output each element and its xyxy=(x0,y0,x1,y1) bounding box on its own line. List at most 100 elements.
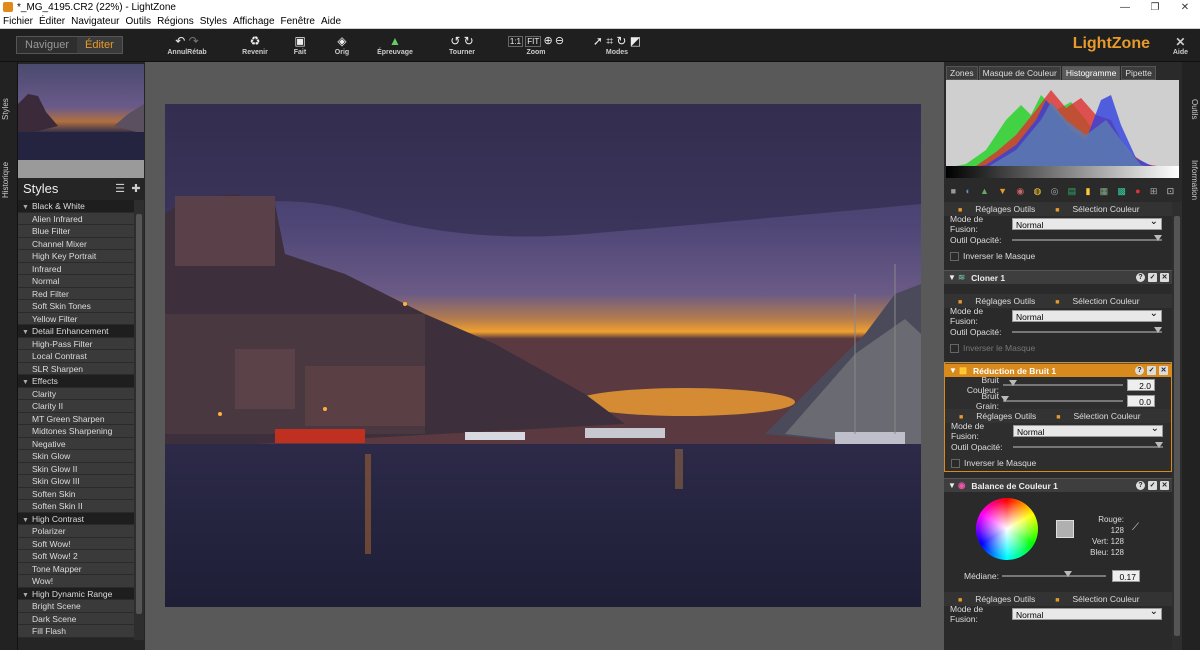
tab-tool-settings-1[interactable]: ■ Réglages Outils xyxy=(948,204,1045,214)
tab-tools[interactable]: Outils xyxy=(1183,84,1199,134)
style-item[interactable]: SLR Sharpen xyxy=(18,362,134,375)
edit-mode-button[interactable]: Éditer xyxy=(77,37,122,53)
collapse-icon[interactable]: ▼ xyxy=(22,202,32,215)
levels-icon[interactable]: ▲ xyxy=(980,186,989,196)
style-item[interactable]: Soft Skin Tones xyxy=(18,300,134,313)
remove-icon[interactable]: ✕ xyxy=(1160,481,1169,490)
collapse-icon[interactable]: ▼ xyxy=(948,481,958,490)
menu-browser[interactable]: Navigateur xyxy=(68,16,122,27)
invert-mask-checkbox-1[interactable] xyxy=(950,251,959,261)
style-item[interactable]: Midtones Sharpening xyxy=(18,425,134,438)
style-item[interactable]: Red Filter xyxy=(18,287,134,300)
tools-scrollbar[interactable] xyxy=(1172,202,1182,650)
tab-zones[interactable]: Zones xyxy=(946,66,978,80)
add-icon[interactable]: ✚ xyxy=(128,182,144,195)
noise-grain-value[interactable]: 0.0 xyxy=(1127,395,1155,407)
blend-mode-select-2[interactable]: Normal xyxy=(1012,308,1162,322)
rotate-button[interactable]: ↺ ↻ Tourner xyxy=(444,33,480,56)
collapse-icon[interactable]: ▼ xyxy=(22,515,32,528)
styles-scrollbar[interactable] xyxy=(134,200,144,640)
zoom-in-icon[interactable]: ⊕ xyxy=(543,35,552,47)
relight-icon[interactable]: ◐ xyxy=(965,186,970,196)
tab-information[interactable]: Information xyxy=(1183,150,1199,210)
tab-color-selection-1[interactable]: ■ Sélection Couleur xyxy=(1045,204,1149,214)
crop-icon[interactable]: ⌗ xyxy=(606,34,613,48)
menu-styles[interactable]: Styles xyxy=(197,16,230,27)
style-item[interactable]: Skin Glow xyxy=(18,450,134,463)
tab-styles[interactable]: Styles xyxy=(1,84,17,134)
zoom-1to1-button[interactable]: 1:1 xyxy=(507,36,523,47)
red-eye-icon[interactable]: ● xyxy=(1135,186,1140,196)
blend-mode-select-3[interactable]: Normal xyxy=(1013,423,1163,437)
style-item[interactable]: Blue Filter xyxy=(18,225,134,238)
style-group[interactable]: ▼ Effects xyxy=(18,375,134,388)
blur-icon[interactable]: ▦ xyxy=(1100,186,1109,197)
opacity-slider-3[interactable] xyxy=(1013,441,1163,453)
tab-pipette[interactable]: Pipette xyxy=(1121,66,1156,80)
noise-grain-slider[interactable] xyxy=(1001,395,1123,407)
remove-icon[interactable]: ✕ xyxy=(1159,366,1168,375)
enable-checkbox[interactable]: ✓ xyxy=(1147,366,1156,375)
invert-mask-checkbox-2[interactable] xyxy=(950,343,959,353)
enable-checkbox[interactable]: ✓ xyxy=(1148,481,1157,490)
style-item[interactable]: Local Contrast xyxy=(18,350,134,363)
style-item[interactable]: High-Pass Filter xyxy=(18,337,134,350)
close-button[interactable]: ✕ xyxy=(1170,2,1200,13)
color-balance-header[interactable]: ▼ ◉ Balance de Couleur 1 ? ✓ ✕ xyxy=(944,478,1172,492)
style-item[interactable]: Soft Wow! xyxy=(18,537,134,550)
remove-icon[interactable]: ✕ xyxy=(1160,273,1169,282)
white-balance-icon[interactable]: ◎ xyxy=(1051,186,1059,197)
rotate-right-icon[interactable]: ↻ xyxy=(464,34,474,48)
collapse-icon[interactable]: ▼ xyxy=(949,366,959,375)
style-group[interactable]: ▼ High Contrast xyxy=(18,512,134,528)
menu-file[interactable]: Fichier xyxy=(0,16,36,27)
browse-mode-button[interactable]: Naviguer xyxy=(17,37,78,53)
style-group[interactable]: ▼ Detail Enhancement xyxy=(18,325,134,338)
blend-mode-select-1[interactable]: Normal xyxy=(1012,216,1162,230)
undo-redo-button[interactable]: ↶ ↷ AnnulRétab xyxy=(165,33,209,56)
style-item[interactable]: Skin Glow III xyxy=(18,475,134,488)
redo-icon[interactable]: ↷ xyxy=(189,34,199,48)
hue-sat-icon[interactable]: ◍ xyxy=(1033,186,1041,197)
style-item[interactable]: Clarity II xyxy=(18,400,134,413)
blend-mode-select-4[interactable]: Normal xyxy=(1012,606,1162,620)
style-item[interactable]: Alien Infrared xyxy=(18,212,134,225)
median-slider[interactable] xyxy=(1002,570,1106,582)
menu-view[interactable]: Affichage xyxy=(230,16,278,27)
image-canvas[interactable] xyxy=(145,62,944,650)
sharpen-icon[interactable]: ▮ xyxy=(1085,186,1090,197)
cloner-tool-header[interactable]: ▼ ≋ Cloner 1 ? ✓ ✕ xyxy=(944,270,1172,284)
collapse-icon[interactable]: ▼ xyxy=(22,327,32,340)
help-button[interactable]: ✕ Aide xyxy=(1173,35,1188,56)
tab-tool-settings-4[interactable]: ■ Réglages Outils xyxy=(948,594,1045,604)
style-item[interactable]: High Key Portrait xyxy=(18,250,134,263)
style-item[interactable]: Infrared xyxy=(18,262,134,275)
noise-color-slider[interactable] xyxy=(1003,379,1123,391)
tab-tool-settings-3[interactable]: ■ Réglages Outils xyxy=(949,411,1046,421)
eyedropper-icon[interactable]: ⟋ xyxy=(1132,522,1139,533)
arrow-icon[interactable]: ➚ xyxy=(593,34,603,48)
orig-button[interactable]: ◈ Orig xyxy=(330,33,354,56)
style-item[interactable]: Bright Scene xyxy=(18,600,134,613)
style-item[interactable]: Fill Flash xyxy=(18,625,134,638)
style-item[interactable]: Clarity xyxy=(18,387,134,400)
tab-histogram[interactable]: Histogramme xyxy=(1061,66,1121,80)
menu-window[interactable]: Fenêtre xyxy=(278,16,318,27)
minimize-button[interactable]: — xyxy=(1110,2,1140,13)
channel-mixer-icon[interactable]: ▤ xyxy=(1068,186,1077,197)
tab-history[interactable]: Historique xyxy=(1,150,17,210)
help-icon[interactable]: ? xyxy=(1135,366,1144,375)
menu-help[interactable]: Aide xyxy=(318,16,344,27)
zone-mapper-icon[interactable]: ■ xyxy=(951,186,956,196)
menu-tools[interactable]: Outils xyxy=(123,16,155,27)
tab-color-mask[interactable]: Masque de Couleur xyxy=(978,66,1061,80)
spot-icon[interactable]: ⊡ xyxy=(1167,186,1175,197)
style-item[interactable]: Skin Glow II xyxy=(18,462,134,475)
style-item[interactable]: MT Green Sharpen xyxy=(18,412,134,425)
region-icon[interactable]: ◩ xyxy=(630,34,641,48)
style-group[interactable]: ▼ High Dynamic Range xyxy=(18,587,134,600)
style-item[interactable]: Dark Scene xyxy=(18,612,134,625)
zoom-out-icon[interactable]: ⊖ xyxy=(555,35,564,47)
maximize-button[interactable]: ❐ xyxy=(1140,2,1170,13)
style-item[interactable]: Negative xyxy=(18,437,134,450)
